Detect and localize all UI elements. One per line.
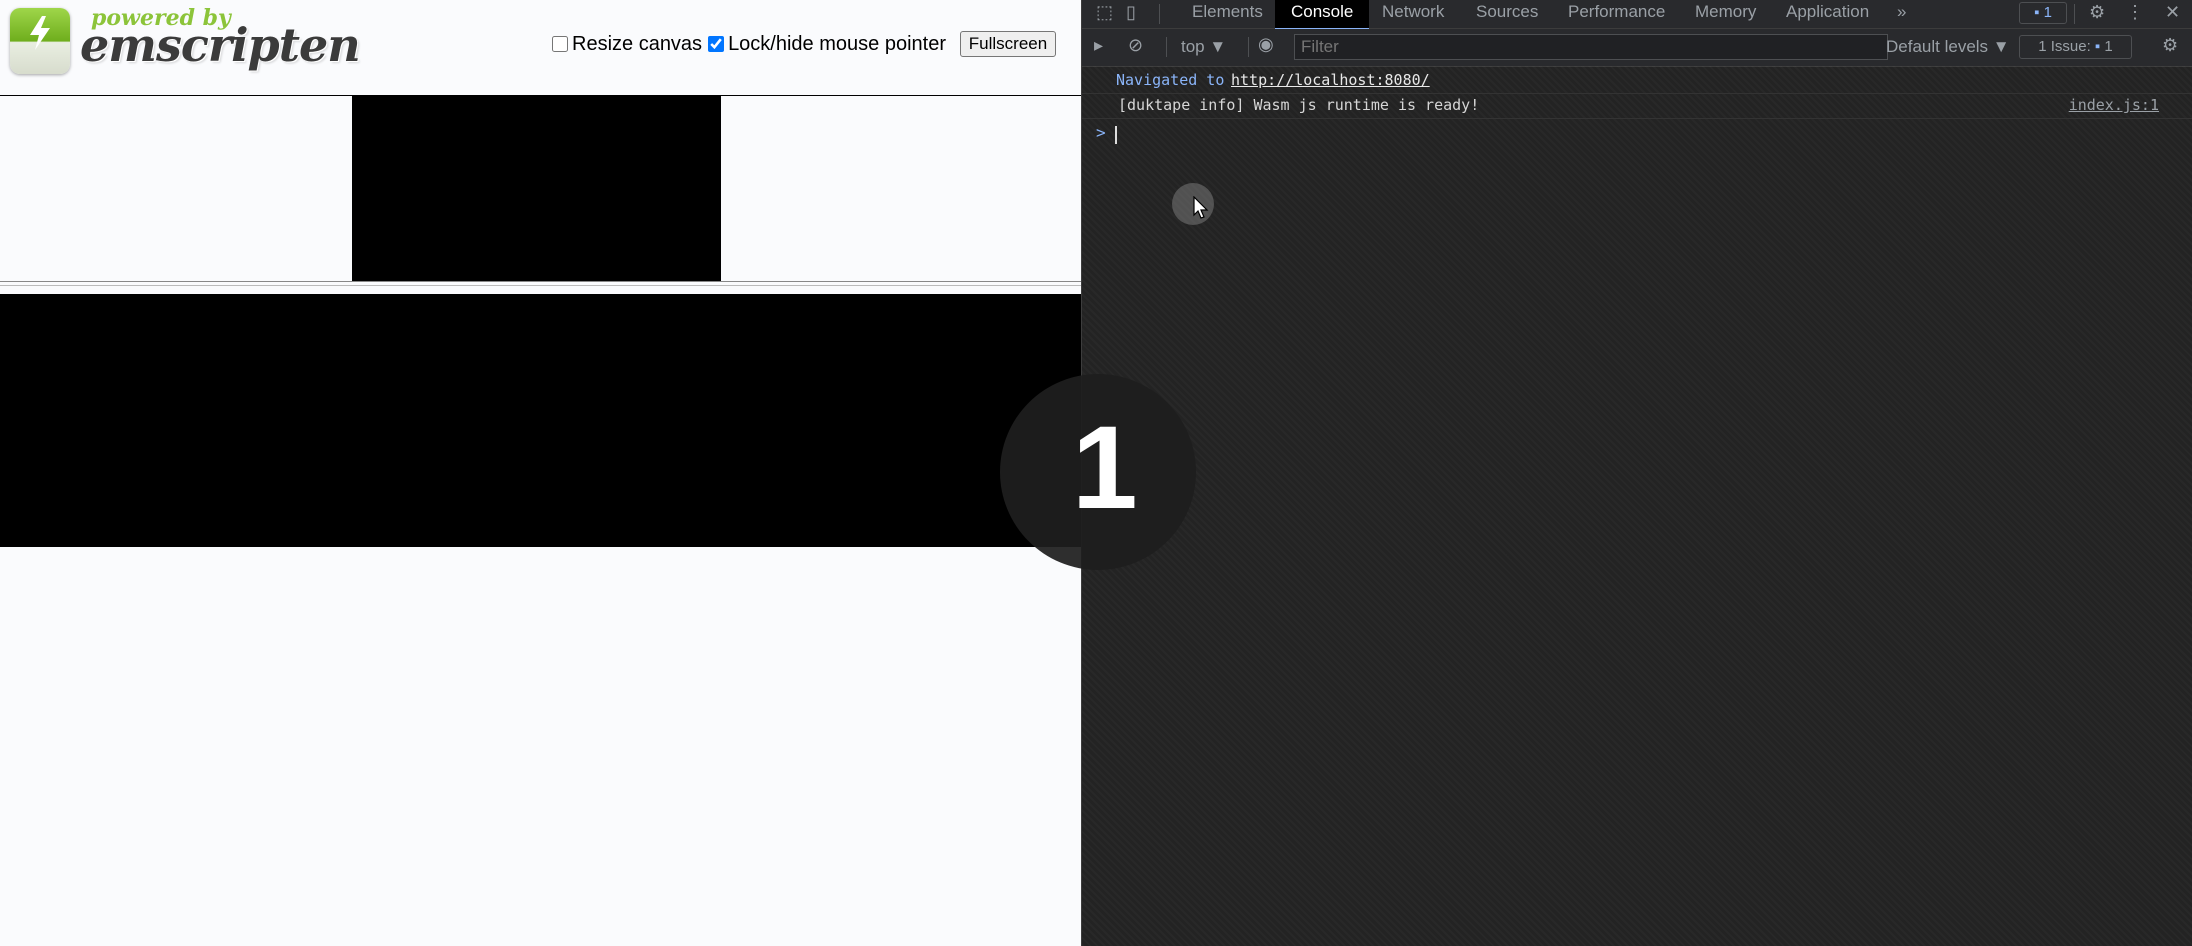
close-icon[interactable]: ✕ bbox=[2165, 2, 2180, 23]
log-source-link[interactable]: index.js:1 bbox=[2069, 93, 2159, 118]
divider bbox=[1166, 37, 1167, 57]
brand-name: emscripten bbox=[80, 18, 361, 72]
console-output: Navigated to http://localhost:8080/ [duk… bbox=[1082, 66, 2192, 946]
emscripten-logo: powered by emscripten bbox=[6, 4, 361, 76]
issues-button[interactable]: 1 Issue: ▪ 1 bbox=[2019, 35, 2132, 59]
canvas-black-block bbox=[352, 96, 721, 281]
context-select[interactable]: top ▼ bbox=[1181, 35, 1226, 59]
tab-application[interactable]: Application bbox=[1786, 0, 1869, 28]
more-tabs-icon[interactable]: » bbox=[1897, 0, 1906, 28]
clear-console-icon[interactable]: ⊘ bbox=[1128, 35, 1143, 56]
devtools-tabbar: ⬚ ▯ Elements Console Network Sources Per… bbox=[1082, 0, 2192, 30]
resize-canvas-label[interactable]: Resize canvas bbox=[572, 33, 702, 56]
message-badge[interactable]: ▪ 1 bbox=[2019, 2, 2067, 24]
mouse-pointer-icon bbox=[1193, 196, 1209, 219]
console-prompt-icon: > bbox=[1096, 123, 1106, 142]
web-page: powered by emscripten Resize canvas Lock… bbox=[0, 0, 1081, 946]
tab-network[interactable]: Network bbox=[1382, 0, 1444, 28]
sidebar-toggle-icon[interactable]: ▸ bbox=[1094, 35, 1103, 56]
devtools-panel: ⬚ ▯ Elements Console Network Sources Per… bbox=[1081, 0, 2192, 946]
tab-memory[interactable]: Memory bbox=[1695, 0, 1756, 28]
message-count: 1 bbox=[2043, 4, 2052, 21]
lock-pointer-checkbox[interactable] bbox=[708, 36, 725, 52]
console-message: [duktape info] Wasm js runtime is ready!… bbox=[1082, 93, 2192, 119]
log-message-text: [duktape info] Wasm js runtime is ready! bbox=[1118, 96, 1480, 114]
tab-sources[interactable]: Sources bbox=[1476, 0, 1538, 28]
divider bbox=[0, 285, 1081, 286]
console-settings-icon[interactable]: ⚙ bbox=[2162, 35, 2178, 56]
tab-performance[interactable]: Performance bbox=[1568, 0, 1665, 28]
issues-icon: ▪ bbox=[2094, 38, 2101, 55]
filter-input[interactable] bbox=[1294, 34, 1888, 60]
issues-label: 1 Issue: bbox=[2038, 38, 2091, 55]
fullscreen-button[interactable]: Fullscreen bbox=[960, 31, 1056, 57]
device-toolbar-icon[interactable]: ▯ bbox=[1126, 2, 1136, 23]
navigation-log: Navigated to http://localhost:8080/ bbox=[1082, 68, 2192, 94]
tab-elements[interactable]: Elements bbox=[1192, 0, 1263, 28]
console-input-caret[interactable] bbox=[1115, 126, 1117, 144]
canvas-controls: Resize canvas Lock/hide mouse pointer bbox=[552, 30, 952, 58]
divider bbox=[1159, 4, 1160, 24]
inspect-element-icon[interactable]: ⬚ bbox=[1096, 2, 1113, 23]
canvas-main[interactable] bbox=[0, 294, 1081, 547]
issues-count: 1 bbox=[2104, 38, 2113, 55]
kebab-menu-icon[interactable]: ⋮ bbox=[2126, 2, 2144, 23]
divider bbox=[2074, 4, 2075, 24]
divider bbox=[1248, 37, 1249, 57]
tab-console[interactable]: Console bbox=[1275, 0, 1370, 30]
console-toolbar: ▸ ⊘ top ▼ ◉ Default levels ▼ 1 Issue: ▪ … bbox=[1082, 29, 2192, 67]
resize-canvas-checkbox[interactable] bbox=[552, 36, 568, 52]
countdown-number: 1 bbox=[1072, 402, 1138, 534]
navigated-url-link[interactable]: http://localhost:8080/ bbox=[1231, 68, 1430, 93]
lock-pointer-label[interactable]: Lock/hide mouse pointer bbox=[728, 33, 946, 56]
eye-icon[interactable]: ◉ bbox=[1258, 34, 1274, 55]
lightning-logo-icon bbox=[10, 8, 70, 74]
navigated-prefix: Navigated to bbox=[1116, 71, 1225, 89]
gear-icon[interactable]: ⚙ bbox=[2089, 2, 2105, 23]
log-levels-select[interactable]: Default levels ▼ bbox=[1886, 35, 2010, 59]
